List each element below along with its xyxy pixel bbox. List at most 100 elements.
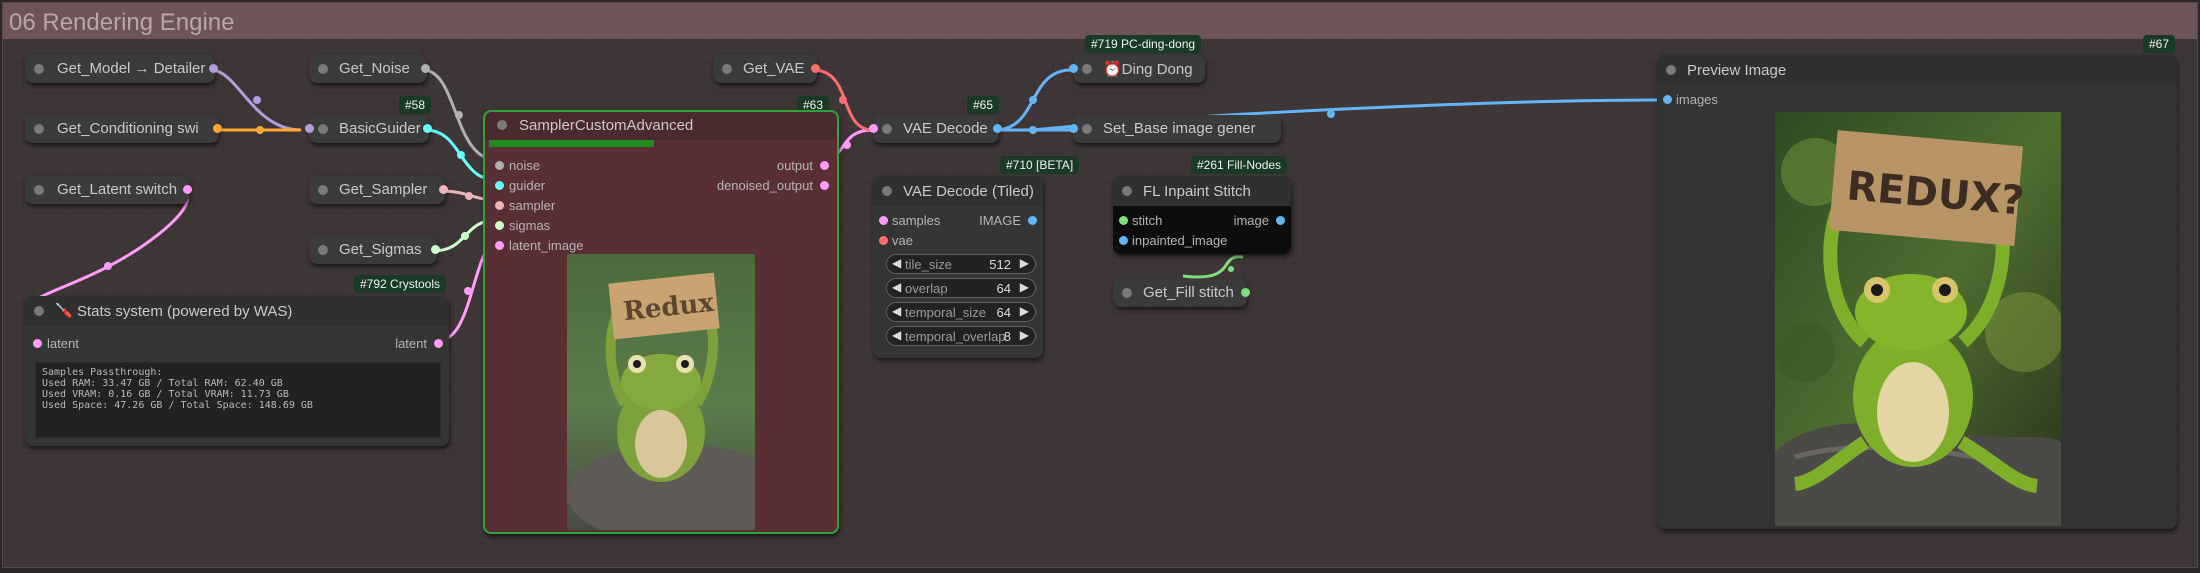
collapse-dot[interactable] xyxy=(34,306,44,316)
input-slot-stitch[interactable] xyxy=(1119,216,1128,225)
basic-guider-node[interactable]: BasicGuider xyxy=(305,115,432,143)
collapse-dot[interactable] xyxy=(34,185,44,195)
get-latent-switch-node[interactable]: Get_Latent switch xyxy=(25,176,192,204)
collapse-dot[interactable] xyxy=(497,120,507,130)
output-slot-noise[interactable] xyxy=(421,64,430,73)
input-slot-guider[interactable] xyxy=(495,181,504,190)
output-slot-sampler[interactable] xyxy=(439,185,448,194)
output-label: latent xyxy=(395,336,427,351)
wire-sampler-midpoint xyxy=(465,192,473,200)
input-slot-vae[interactable] xyxy=(879,236,888,245)
node-title: VAE Decode xyxy=(903,120,988,137)
input-slot-sigmas[interactable] xyxy=(495,221,504,230)
output-label: denoised_output xyxy=(716,178,813,193)
preview-image-node[interactable]: Preview Image images REDUX? xyxy=(1657,55,2177,529)
node-title: Get_VAE xyxy=(743,60,805,77)
rendering-engine-group[interactable]: 06 Rendering Engine Get_Model → Detailer… xyxy=(2,2,2198,568)
input-slot-image[interactable] xyxy=(1069,64,1078,73)
collapse-dot[interactable] xyxy=(318,245,328,255)
node-badge: #67 xyxy=(2143,35,2176,53)
get-conditioning-node[interactable]: Get_Conditioning swi xyxy=(25,115,222,143)
input-slot-samples[interactable] xyxy=(869,124,878,133)
latent-preview-image: Redux xyxy=(567,254,755,530)
output-slot-sigmas[interactable] xyxy=(431,245,440,254)
vae-decode-tiled-node[interactable]: VAE Decode (Tiled) samples vae IMAGE ◀ t… xyxy=(873,176,1043,358)
set-base-image-node[interactable]: Set_Base image gener xyxy=(1069,115,1281,143)
decrement-arrow-icon[interactable]: ◀ xyxy=(892,280,901,294)
output-label: image xyxy=(1233,213,1269,228)
tile-size-widget[interactable]: ◀ tile_size 512 ▶ xyxy=(886,254,1036,274)
collapse-dot[interactable] xyxy=(318,124,328,134)
increment-arrow-icon[interactable]: ▶ xyxy=(1020,256,1029,270)
collapse-dot[interactable] xyxy=(34,124,44,134)
input-slot-latent-image[interactable] xyxy=(495,241,504,250)
wire-conditioning-midpoint xyxy=(256,126,264,134)
get-vae-node[interactable]: Get_VAE xyxy=(713,55,820,83)
wire-stitch xyxy=(1182,255,1244,279)
input-slot-latent[interactable] xyxy=(33,339,42,348)
increment-arrow-icon[interactable]: ▶ xyxy=(1020,328,1029,342)
input-slot-images[interactable] xyxy=(1663,95,1672,104)
get-fill-stitch-node[interactable]: Get_Fill stitch xyxy=(1113,279,1250,307)
widget-label: tile_size xyxy=(905,257,952,272)
wire-image-preview-midpoint xyxy=(1327,110,1335,118)
output-slot-guider[interactable] xyxy=(423,124,432,133)
output-slot-image[interactable] xyxy=(1028,216,1037,225)
get-sampler-node[interactable]: Get_Sampler xyxy=(309,176,448,204)
input-slot-samples[interactable] xyxy=(879,216,888,225)
input-slot-noise[interactable] xyxy=(495,161,504,170)
output-slot-conditioning[interactable] xyxy=(213,124,222,133)
temporal-overlap-widget[interactable]: ◀ temporal_overlap 8 ▶ xyxy=(886,326,1036,346)
input-label: inpainted_image xyxy=(1132,233,1228,248)
output-slot-image[interactable] xyxy=(993,124,1002,133)
output-slot-model[interactable] xyxy=(209,64,218,73)
ding-dong-node[interactable]: ⏰Ding Dong xyxy=(1069,55,1205,83)
output-slot-vae[interactable] xyxy=(811,64,820,73)
input-slot-sampler[interactable] xyxy=(495,201,504,210)
temporal-size-widget[interactable]: ◀ temporal_size 64 ▶ xyxy=(886,302,1036,322)
input-slot-inpainted-image[interactable] xyxy=(1119,236,1128,245)
stats-system-node[interactable]: 🪛 Stats system (powered by WAS) latent l… xyxy=(25,296,449,446)
get-noise-node[interactable]: Get_Noise xyxy=(309,55,430,83)
wire-latent-stats xyxy=(30,189,189,305)
decrement-arrow-icon[interactable]: ◀ xyxy=(892,304,901,318)
input-slot-conditioning[interactable] xyxy=(305,124,314,133)
node-title: BasicGuider xyxy=(339,120,421,137)
collapse-dot[interactable] xyxy=(1666,65,1676,75)
stats-text-area[interactable]: Samples Passthrough: Used RAM: 33.47 GB … xyxy=(35,362,441,438)
input-label: vae xyxy=(892,233,913,248)
node-title: Stats system (powered by WAS) xyxy=(77,303,293,320)
input-label: sigmas xyxy=(509,218,551,233)
output-slot-stitch[interactable] xyxy=(1241,288,1250,297)
output-slot-image[interactable] xyxy=(1276,216,1285,225)
collapse-dot[interactable] xyxy=(318,185,328,195)
collapse-dot[interactable] xyxy=(1082,64,1092,74)
decrement-arrow-icon[interactable]: ◀ xyxy=(892,256,901,270)
collapse-dot[interactable] xyxy=(1122,288,1132,298)
node-badge: #710 [BETA] xyxy=(1000,156,1080,174)
fl-inpaint-stitch-node[interactable]: FL Inpaint Stitch stitch inpainted_image… xyxy=(1113,176,1291,254)
get-sigmas-node[interactable]: Get_Sigmas xyxy=(309,236,440,264)
collapse-dot[interactable] xyxy=(882,186,892,196)
collapse-dot[interactable] xyxy=(1082,124,1092,134)
get-model-node[interactable]: Get_Model → Detailer xyxy=(25,55,218,83)
increment-arrow-icon[interactable]: ▶ xyxy=(1020,304,1029,318)
vae-decode-node[interactable]: VAE Decode xyxy=(869,115,1002,143)
output-slot-latent[interactable] xyxy=(434,339,443,348)
increment-arrow-icon[interactable]: ▶ xyxy=(1020,280,1029,294)
input-slot-image[interactable] xyxy=(1069,124,1078,133)
output-slot-denoised[interactable] xyxy=(820,181,829,190)
output-slot-output[interactable] xyxy=(820,161,829,170)
collapse-dot[interactable] xyxy=(882,124,892,134)
overlap-widget[interactable]: ◀ overlap 64 ▶ xyxy=(886,278,1036,298)
collapse-dot[interactable] xyxy=(722,64,732,74)
collapse-dot[interactable] xyxy=(1122,186,1132,196)
widget-value: 512 xyxy=(989,257,1011,272)
sampler-custom-advanced-node[interactable]: SamplerCustomAdvanced noise guider sampl… xyxy=(483,110,839,534)
output-slot-latent[interactable] xyxy=(183,185,192,194)
collapse-dot[interactable] xyxy=(318,64,328,74)
collapse-dot[interactable] xyxy=(34,64,44,74)
input-label: latent_image xyxy=(509,238,584,253)
decrement-arrow-icon[interactable]: ◀ xyxy=(892,328,901,342)
widget-label: temporal_overlap xyxy=(905,329,1006,344)
